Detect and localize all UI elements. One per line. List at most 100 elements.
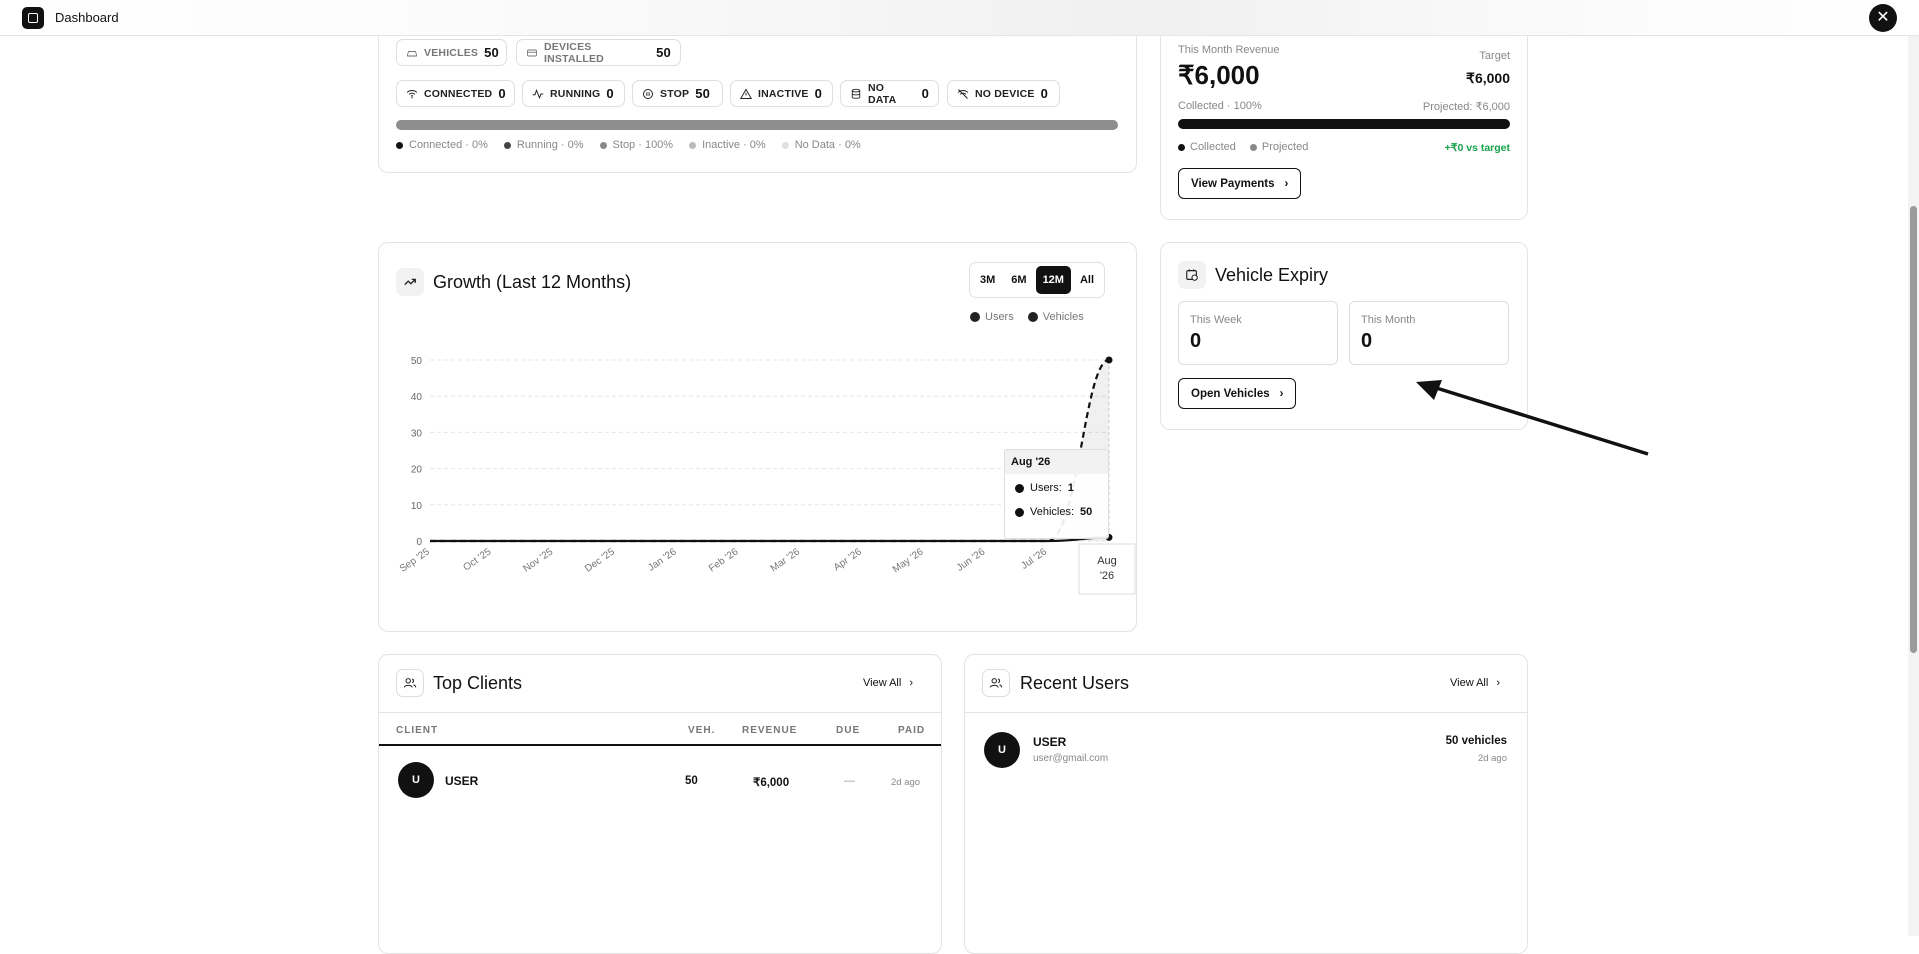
tooltip-users-value: 1 [1067, 482, 1074, 494]
range-all[interactable]: All [1073, 266, 1101, 294]
chip-value: 50 [484, 45, 499, 60]
col-due: DUE [836, 725, 861, 736]
revenue-amount: ₹6,000 [1178, 60, 1260, 90]
col-veh: VEH. [688, 725, 716, 736]
client-revenue: ₹6,000 [753, 777, 790, 789]
table-row[interactable]: U USER 50 ₹6,000 — 2d ago [379, 752, 941, 812]
chip-label: CONNECTED [424, 87, 493, 100]
chevron-right-icon: › [909, 677, 913, 689]
wifi-icon [406, 88, 418, 100]
recent-users-view-all[interactable]: View All › [1450, 677, 1500, 689]
list-item[interactable]: U USER user@gmail.com 50 vehicles 2d ago [965, 714, 1527, 784]
legend-item: Inactive · 0% [689, 139, 766, 151]
col-revenue: REVENUE [742, 725, 798, 736]
legend-item: Running · 0% [503, 139, 584, 151]
legend-label: Stop · 100% [612, 139, 674, 151]
stat-chip-stop[interactable]: STOP 50 [632, 80, 723, 107]
chart-tooltip: Aug '26 Users: 1 Vehicles: 50 [1004, 449, 1109, 539]
x-tick-label: Feb '26 [707, 546, 741, 574]
x-tick-label: Mar '26 [769, 546, 803, 574]
col-client: CLIENT [396, 725, 439, 736]
x-tick-label: Nov '25 [521, 546, 555, 575]
client-due: — [844, 775, 855, 787]
legend-users: Users [985, 311, 1014, 323]
users-icon [396, 669, 424, 697]
user-name: USER [1033, 735, 1067, 749]
x-tick-label: Dec '25 [583, 546, 617, 575]
open-vehicles-button[interactable]: Open Vehicles › [1178, 378, 1297, 409]
revenue-progress-fill [1178, 119, 1510, 129]
warning-icon [740, 88, 752, 100]
vehicle-expiry-title: Vehicle Expiry [1215, 265, 1329, 285]
stat-chip-no-data[interactable]: NO DATA 0 [840, 80, 939, 107]
calendar-clock-icon [1178, 261, 1206, 289]
chip-value: 0 [498, 86, 506, 101]
target-amount: ₹6,000 [1466, 70, 1510, 86]
legend-label: Connected · 0% [409, 139, 488, 151]
range-6m[interactable]: 6M [1004, 266, 1033, 294]
y-tick-label: 40 [411, 392, 423, 403]
status-bar [396, 120, 1118, 130]
wifi-off-icon [957, 88, 969, 100]
legend-label: Inactive · 0% [702, 139, 766, 151]
legend-vehicles: Vehicles [1042, 311, 1084, 323]
chip-label: NO DATA [868, 81, 897, 106]
collected-label: Collected · 100% [1178, 100, 1262, 112]
y-tick-label: 50 [411, 356, 423, 367]
col-paid: PAID [898, 725, 926, 736]
projected-label: Projected: ₹6,000 [1422, 101, 1510, 113]
expiry-week-value: 0 [1190, 330, 1202, 352]
stat-chip-inactive[interactable]: INACTIVE 0 [730, 80, 833, 107]
car-icon [406, 47, 418, 59]
x-tick-label: Jun '26 [955, 546, 988, 574]
legend-label: No Data · 0% [794, 139, 861, 151]
y-tick-label: 30 [411, 428, 423, 439]
legend-label: Running · 0% [516, 139, 584, 151]
client-name: USER [445, 774, 479, 788]
range-12m[interactable]: 12M [1035, 266, 1071, 294]
top-clients-header-divider [379, 712, 941, 713]
chip-value: 0 [606, 86, 614, 101]
top-clients-title: Top Clients [433, 673, 523, 693]
view-payments-label: View Payments [1191, 177, 1275, 190]
chart-legend: Users Vehicles [970, 311, 1084, 323]
stat-chip-vehicles[interactable]: VEHICLES 50 [396, 39, 507, 66]
stat-chip-no-device[interactable]: NO DEVICE 0 [947, 80, 1060, 107]
x-tick-label: May '26 [891, 546, 926, 575]
chip-label: INACTIVE [758, 87, 809, 100]
chip-value: 50 [656, 45, 671, 60]
open-vehicles-label: Open Vehicles [1191, 387, 1270, 400]
client-vehicles: 50 [685, 775, 698, 787]
chip-label: DEVICES INSTALLED [544, 40, 604, 65]
y-tick-label: 20 [411, 465, 423, 476]
x-tick-label: Jul '26 [1019, 546, 1049, 572]
expiry-week-box: This Week 0 [1178, 301, 1338, 365]
growth-title: Growth (Last 12 Months) [433, 272, 632, 292]
stat-chip-connected[interactable]: CONNECTED 0 [396, 80, 515, 107]
user-email: user@gmail.com [1033, 753, 1109, 764]
tooltip-vehicles-value: 50 [1080, 506, 1093, 518]
top-clients-view-all[interactable]: View All › [863, 677, 913, 689]
tooltip-users-label: Users: [1030, 482, 1062, 494]
y-tick-label: 10 [411, 501, 423, 512]
view-all-label: View All [1450, 677, 1489, 689]
chip-value: 0 [921, 86, 929, 101]
scrollbar-thumb[interactable] [1910, 206, 1917, 653]
legend-item: Stop · 100% [599, 139, 674, 151]
close-button[interactable]: ✕ [1869, 4, 1897, 32]
stat-chip-devices-installed[interactable]: DEVICES INSTALLED 50 [516, 39, 681, 66]
view-payments-button[interactable]: View Payments › [1178, 168, 1302, 199]
chip-value: 0 [1040, 86, 1048, 101]
chip-value: 0 [814, 86, 823, 101]
range-3m[interactable]: 3M [973, 266, 1002, 294]
revenue-legend: Collected Projected [1178, 141, 1308, 153]
expiry-month-value: 0 [1361, 330, 1373, 352]
range-selector: 3M 6M 12M All [969, 262, 1106, 298]
stat-chip-running[interactable]: RUNNING 0 [522, 80, 625, 107]
expiry-month-box: This Month 0 [1349, 301, 1509, 365]
top-bar: Dashboard ✕ [0, 0, 1919, 36]
view-all-label: View All [863, 677, 902, 689]
legend-item: Connected · 0% [396, 139, 488, 151]
legend-collected: Collected [1190, 141, 1236, 153]
chip-label: RUNNING [550, 87, 601, 100]
